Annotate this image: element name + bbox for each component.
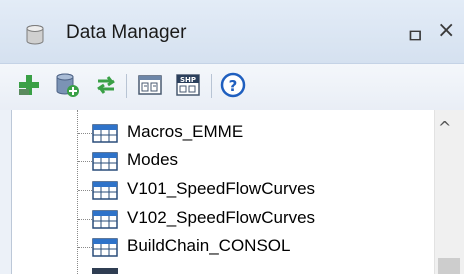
add-database-icon[interactable] xyxy=(54,72,80,98)
scroll-thumb[interactable] xyxy=(438,258,460,274)
tree-item-label[interactable]: V102_SpeedFlowCurves xyxy=(127,208,315,228)
tree-margin xyxy=(0,110,12,274)
refresh-icon[interactable] xyxy=(93,72,119,98)
shp-label: SHP xyxy=(180,76,196,84)
tree-item-label[interactable]: Modes xyxy=(127,150,178,170)
table-icon xyxy=(92,124,118,143)
table-icon xyxy=(92,210,118,229)
tree-item-label[interactable]: Macros_EMME xyxy=(127,122,243,142)
scroll-up-icon[interactable]: ^ xyxy=(438,118,451,137)
shp-file-icon[interactable]: SHP xyxy=(175,72,201,98)
tree-item-label[interactable]: V101_SpeedFlowCurves xyxy=(127,179,315,199)
help-label: ? xyxy=(229,77,238,95)
tree-item-label[interactable]: BuildChain_CONSOL xyxy=(127,236,290,256)
table-icon xyxy=(92,181,118,200)
database-icon xyxy=(26,25,44,45)
table-icon xyxy=(92,238,118,257)
close-icon[interactable]: × xyxy=(437,18,455,43)
add-icon[interactable] xyxy=(16,72,42,98)
help-icon[interactable]: ? xyxy=(220,72,246,98)
pin-icon[interactable]: ㅁ xyxy=(406,20,424,49)
toolbar-separator xyxy=(126,74,127,98)
toolbar-separator xyxy=(211,74,212,98)
import-table-icon[interactable] xyxy=(137,72,163,98)
panel-title: Data Manager xyxy=(66,22,187,43)
table-icon xyxy=(92,152,118,171)
table-icon xyxy=(92,268,118,274)
tree-connector-line xyxy=(77,110,78,274)
